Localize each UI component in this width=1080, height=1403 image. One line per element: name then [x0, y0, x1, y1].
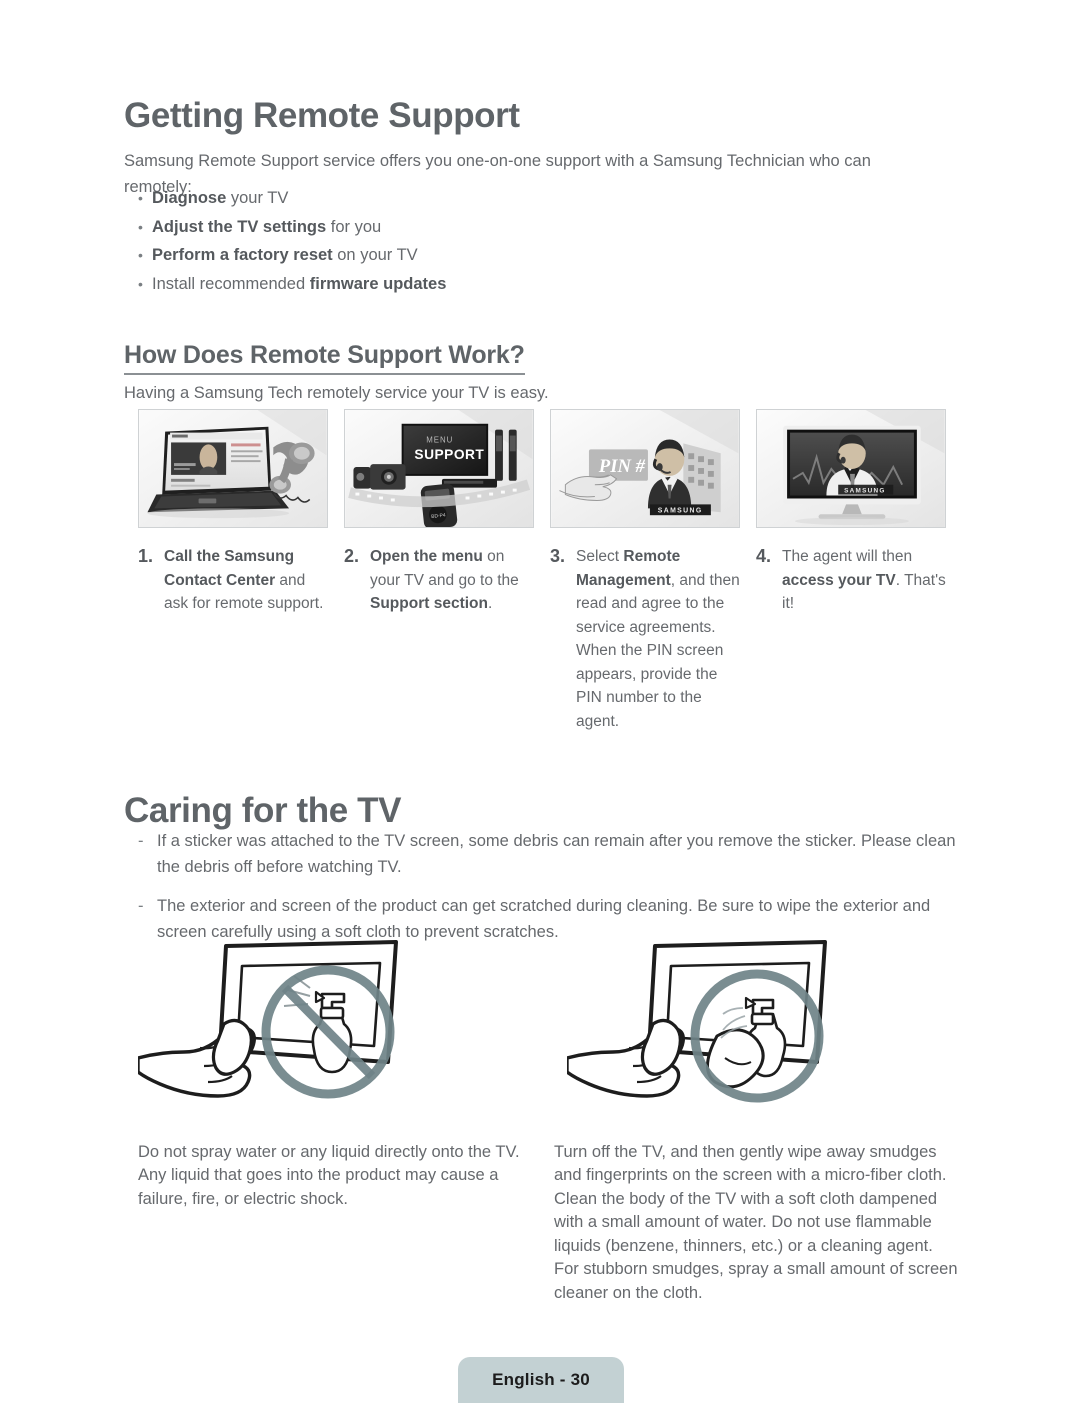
list-item: • Perform a factory reset on your TV: [138, 241, 898, 270]
list-item: • Diagnose your TV: [138, 184, 898, 213]
svg-text:SAMSUNG: SAMSUNG: [844, 488, 886, 495]
caring-bullet-text: The exterior and screen of the product c…: [157, 897, 931, 941]
bullet-text: Diagnose your TV: [152, 184, 288, 213]
step-number: 4.: [756, 546, 772, 566]
remote-support-bullet-list: • Diagnose your TV • Adjust the TV setti…: [138, 184, 898, 298]
step-number: 3.: [550, 546, 566, 566]
bullet-rest-text: for you: [326, 217, 382, 236]
tv-support-menu-illustration: MENU SUPPORT BD-P4: [344, 409, 534, 528]
remote-support-lead-paragraph: Having a Samsung Tech remotely service y…: [124, 383, 549, 402]
bullet-bold-text: Perform a factory reset: [152, 246, 333, 264]
svg-text:MENU: MENU: [426, 435, 453, 444]
page-title-caring-for-the-tv: Caring for the TV: [124, 791, 402, 831]
step-rest-text: , and then read and agree to the service…: [576, 571, 740, 730]
bullet-text: Perform a factory reset on your TV: [152, 241, 418, 270]
step-number: 1.: [138, 546, 154, 566]
bullet-dot-icon: •: [138, 190, 143, 206]
svg-text:PIN #: PIN #: [598, 456, 646, 477]
bullet-dot-icon: •: [138, 275, 143, 292]
caring-illustration-row: [138, 940, 976, 1120]
list-item: - If a sticker was attached to the TV sc…: [138, 828, 968, 880]
step-caption-2: 2. Open the menu on your TV and go to th…: [344, 545, 534, 733]
step-caption-4: 4. The agent will then access your TV. T…: [756, 545, 946, 733]
step-bold-text-2: Support section: [370, 595, 488, 612]
caring-bullet-list: - If a sticker was attached to the TV sc…: [138, 828, 968, 958]
step-bold-text: Open the menu: [370, 548, 483, 565]
tv-agent-illustration: SAMSUNG: [756, 409, 946, 528]
no-spray-on-tv-illustration: [138, 940, 547, 1120]
caring-caption-row: Do not spray water or any liquid directl…: [138, 1124, 978, 1322]
bullet-bold-text: firmware updates: [309, 274, 447, 293]
caring-caption-no-spray: Do not spray water or any liquid directl…: [138, 1142, 520, 1208]
step-lead-text: The agent will then: [782, 548, 913, 565]
spray-on-cloth-illustration: [567, 940, 976, 1120]
list-item: • Adjust the TV settings for you: [138, 213, 898, 242]
step-lead-text: Select: [576, 548, 624, 565]
svg-text:SUPPORT: SUPPORT: [414, 447, 484, 462]
svg-text:SAMSUNG: SAMSUNG: [658, 507, 703, 514]
step-tail-text: .: [487, 595, 493, 612]
list-item: • Install recommended firmware updates: [138, 270, 898, 299]
step-text: Select Remote Management, and then read …: [576, 545, 740, 733]
caring-caption-wipe-cloth: Turn off the TV, and then gently wipe aw…: [554, 1142, 958, 1302]
step-caption-row: 1. Call the Samsung Contact Center and a…: [138, 545, 976, 733]
bullet-text: Install recommended firmware updates: [152, 270, 446, 299]
bullet-dot-icon: •: [138, 247, 143, 263]
step-caption-1: 1. Call the Samsung Contact Center and a…: [138, 545, 328, 733]
page-title-getting-remote-support: Getting Remote Support: [124, 96, 520, 136]
pin-agent-illustration: SAMSUNG PIN #: [550, 409, 740, 528]
step-bold-text: access your TV: [782, 571, 896, 589]
step-text: Call the Samsung Contact Center and ask …: [164, 545, 328, 616]
bullet-bold-text: Adjust the TV settings: [152, 217, 327, 236]
bullet-rest-text: your TV: [226, 189, 289, 207]
step-caption-3: 3. Select Remote Management, and then re…: [550, 545, 740, 733]
step-number: 2.: [344, 546, 360, 566]
step-illustration-row: MENU SUPPORT BD-P4 SAMSUNG PIN # SAMSUNG: [138, 409, 964, 528]
step-text: The agent will then access your TV. That…: [782, 545, 946, 616]
dash-bullet-icon: -: [138, 897, 144, 915]
step-text: Open the menu on your TV and go to the S…: [370, 545, 534, 616]
caring-bullet-text: If a sticker was attached to the TV scre…: [157, 832, 956, 876]
dash-bullet-icon: -: [138, 832, 144, 850]
section-heading-how-does-remote-support-work: How Does Remote Support Work?: [124, 341, 525, 375]
bullet-bold-text: Diagnose: [152, 189, 227, 207]
bullet-rest-text: Install recommended: [152, 274, 310, 293]
page-footer-language-badge: English - 30: [458, 1357, 624, 1403]
bullet-text: Adjust the TV settings for you: [152, 213, 381, 242]
laptop-phone-illustration: [138, 409, 328, 528]
manual-page: Getting Remote Support Samsung Remote Su…: [0, 0, 1080, 1403]
bullet-rest-text: on your TV: [332, 246, 418, 264]
list-item: - The exterior and screen of the product…: [138, 893, 968, 945]
bullet-dot-icon: •: [138, 218, 143, 235]
